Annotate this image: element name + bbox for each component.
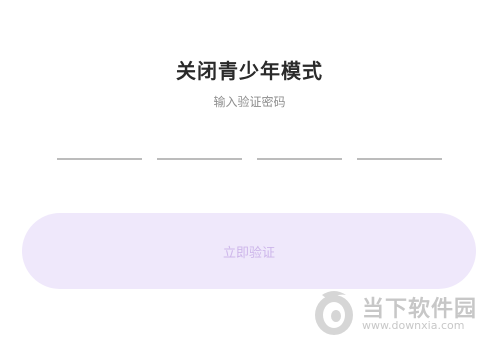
site-watermark: 当下软件园 www.downxia.com: [312, 289, 492, 345]
page-title: 关闭青少年模式: [176, 59, 323, 83]
watermark-url: www.downxia.com: [362, 319, 465, 332]
passcode-digit-1[interactable]: [57, 132, 142, 160]
passcode-digit-2[interactable]: [157, 132, 242, 160]
passcode-digit-4[interactable]: [357, 132, 442, 160]
passcode-digit-3[interactable]: [257, 132, 342, 160]
verify-now-button[interactable]: 立即验证: [22, 213, 476, 289]
teen-mode-verify-screen: 关闭青少年模式 输入验证密码 立即验证 当下软件园 www.downxia.co…: [0, 0, 499, 355]
page-subtitle: 输入验证密码: [213, 95, 286, 109]
downxia-logo-icon: [315, 291, 353, 335]
passcode-input-row: [57, 132, 442, 160]
